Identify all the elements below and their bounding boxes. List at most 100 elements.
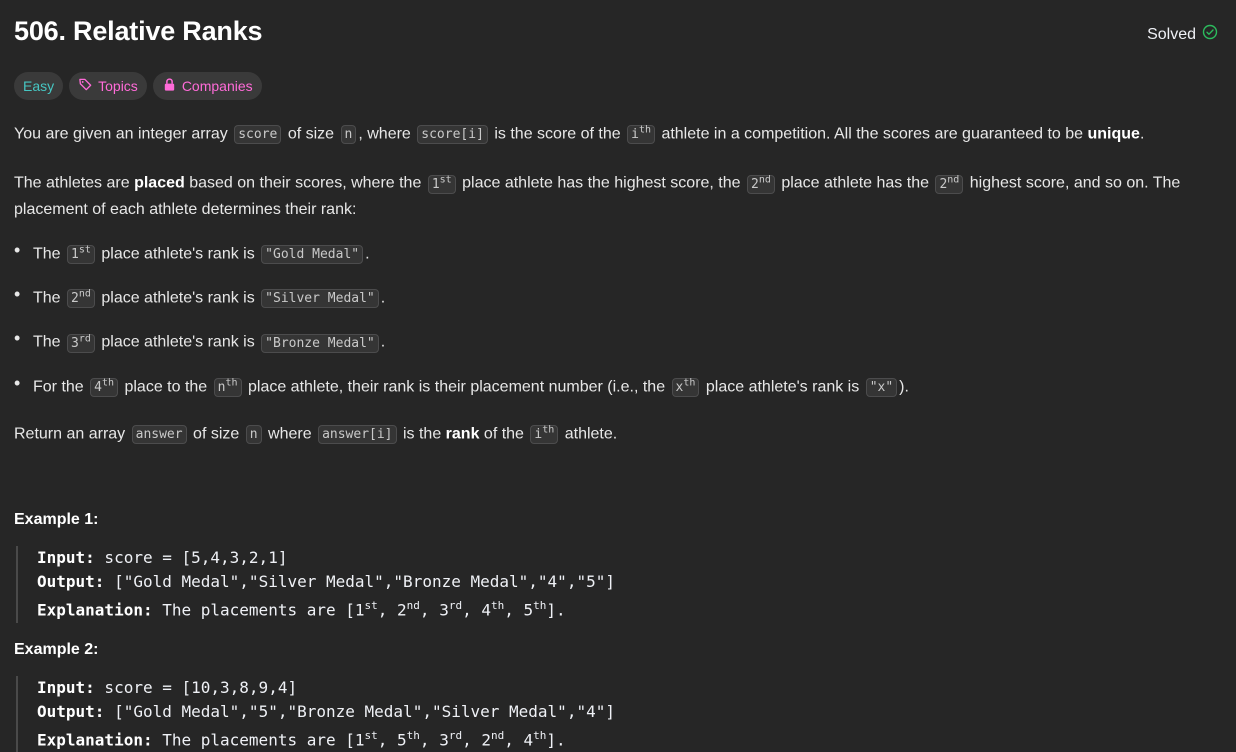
text: is the score of the xyxy=(494,125,621,143)
superscript: th xyxy=(638,125,651,136)
superscript: st xyxy=(439,174,452,186)
explanation-text: , 3 xyxy=(419,600,449,620)
output-value: ["Gold Medal","Silver Medal","Bronze Med… xyxy=(104,572,615,592)
text: place athlete's rank is xyxy=(101,289,255,307)
inline-code: score[i] xyxy=(417,125,488,145)
text: The xyxy=(33,289,61,307)
list-item: The 2nd place athlete's rank is "Silver … xyxy=(14,282,1224,311)
explanation-label: Explanation: xyxy=(37,600,153,620)
output-label: Output: xyxy=(37,701,105,721)
text: of the xyxy=(483,425,524,443)
code-text: 2 xyxy=(71,291,79,307)
example-2-block: Input: score = [10,3,8,9,4] Output: ["Go… xyxy=(16,675,1224,752)
example-2-title: Example 2: xyxy=(14,640,99,658)
explanation-text: The placements are [1 xyxy=(152,600,365,620)
code-text: 1 xyxy=(431,176,440,192)
superscript: th xyxy=(101,377,115,389)
input-value: score = [10,3,8,9,4] xyxy=(94,677,298,697)
superscript: rd xyxy=(448,728,463,742)
inline-code: nth xyxy=(213,378,242,397)
superscript: nd xyxy=(758,174,771,186)
superscript: nd xyxy=(406,599,420,613)
explanation-text: , 4 xyxy=(504,729,534,749)
text: The athletes are xyxy=(14,174,130,192)
difficulty-badge[interactable]: Easy xyxy=(14,72,64,100)
superscript: nd xyxy=(78,288,91,300)
text: of size xyxy=(287,125,335,143)
superscript: st xyxy=(364,728,378,742)
text: place athlete's rank is xyxy=(101,244,255,262)
superscript: rd xyxy=(78,333,91,345)
explanation-label: Explanation: xyxy=(37,729,153,749)
inline-code: 1st xyxy=(67,245,95,264)
inline-code: 1st xyxy=(427,174,456,194)
solved-label: Solved xyxy=(1147,25,1196,43)
text: place athlete has the highest score, the xyxy=(462,174,741,192)
companies-button[interactable]: Companies xyxy=(152,72,262,100)
superscript: th xyxy=(533,728,547,742)
output-value: ["Gold Medal","5","Bronze Medal","Silver… xyxy=(104,701,615,721)
superscript: nd xyxy=(490,728,505,742)
solved-status: Solved xyxy=(1147,24,1218,45)
bold-text: unique xyxy=(1087,125,1140,143)
text: For the xyxy=(33,377,84,395)
explanation-text: The placements are [1 xyxy=(152,729,365,749)
superscript: th xyxy=(542,424,555,436)
inline-code: answer[i] xyxy=(318,425,397,445)
text: place to the xyxy=(124,377,208,395)
inline-code: ith xyxy=(530,424,559,445)
problem-page: 506. Relative Ranks Solved Easy Topics C… xyxy=(0,0,1236,752)
bold-text: placed xyxy=(134,174,185,192)
superscript: nd xyxy=(947,174,960,186)
inline-code: score xyxy=(234,125,282,145)
inline-code: 2nd xyxy=(747,174,775,194)
code-text: 1 xyxy=(71,246,79,262)
text: . xyxy=(380,289,386,307)
text: , where xyxy=(358,125,411,143)
text: . xyxy=(1139,125,1145,143)
text: place athlete's rank is xyxy=(705,377,860,395)
code-text: 3 xyxy=(71,335,79,351)
superscript: th xyxy=(406,728,420,742)
text: based on their scores, where the xyxy=(189,174,422,192)
superscript: th xyxy=(533,599,547,613)
input-label: Input: xyxy=(37,548,95,568)
lock-icon xyxy=(162,77,177,95)
explanation-text: , 2 xyxy=(462,729,491,749)
text: athlete. xyxy=(564,425,618,443)
description-paragraph-3: Return an array answer of size n where a… xyxy=(14,418,1224,447)
explanation-text: ]. xyxy=(546,729,566,749)
list-item: The 3rd place athlete's rank is "Bronze … xyxy=(14,326,1224,355)
text: place athlete, their rank is their place… xyxy=(247,377,666,395)
superscript: st xyxy=(364,599,378,613)
problem-title: 506. Relative Ranks xyxy=(14,16,263,46)
inline-code: "Silver Medal" xyxy=(261,289,379,309)
text: place athlete's rank is xyxy=(101,333,255,351)
text: where xyxy=(268,425,312,443)
inline-code: 4th xyxy=(90,377,119,397)
list-item: For the 4th place to the nth place athle… xyxy=(14,371,1224,400)
code-text: 2 xyxy=(751,176,759,192)
explanation-text: , 3 xyxy=(419,729,449,749)
explanation-text: , 2 xyxy=(377,600,407,620)
check-circle-icon xyxy=(1202,24,1218,45)
topics-label: Topics xyxy=(98,78,138,94)
topics-button[interactable]: Topics xyxy=(69,72,147,100)
superscript: rd xyxy=(448,599,463,613)
explanation-text: ]. xyxy=(546,600,566,620)
companies-label: Companies xyxy=(181,78,253,94)
text: ). xyxy=(899,377,909,395)
difficulty-label: Easy xyxy=(23,78,55,94)
text: of size xyxy=(193,425,240,443)
text: The xyxy=(33,244,61,262)
example-1-block: Input: score = [5,4,3,2,1] Output: ["Gol… xyxy=(16,546,1224,623)
tag-icon xyxy=(78,77,93,95)
code-text: i xyxy=(631,127,639,143)
tag-bar: Easy Topics Companies xyxy=(14,72,262,100)
inline-code: ith xyxy=(627,125,655,145)
list-item: The 1st place athlete's rank is "Gold Me… xyxy=(14,238,1224,267)
input-value: score = [5,4,3,2,1] xyxy=(94,548,288,568)
superscript: th xyxy=(490,599,505,613)
text: place athlete has the xyxy=(781,174,929,192)
text: athlete in a competition. All the scores… xyxy=(661,125,1084,143)
